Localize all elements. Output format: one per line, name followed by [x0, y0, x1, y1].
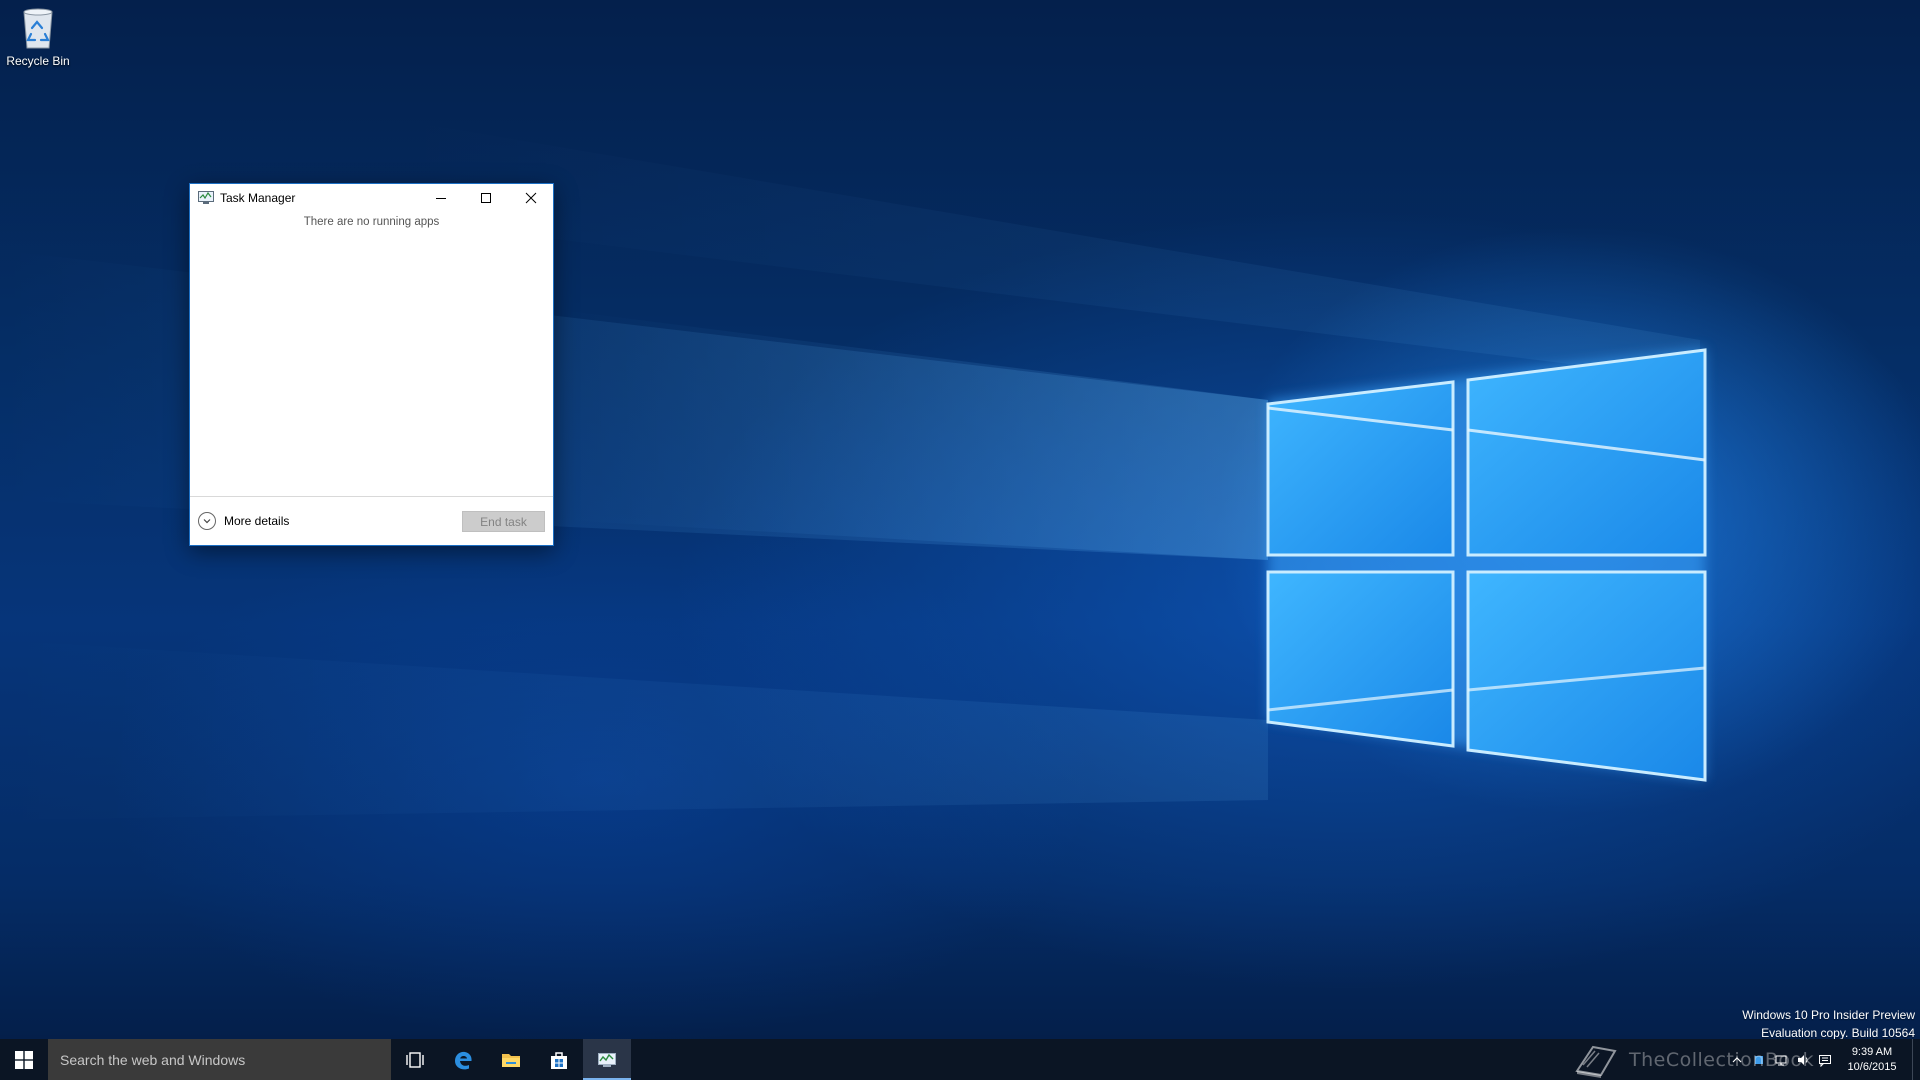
task-view-button[interactable] — [391, 1039, 439, 1080]
system-tray: TheCollectionBook 9:39 AM 10/6/2015 — [1575, 1039, 1920, 1080]
action-center-icon — [1819, 1054, 1831, 1067]
title-bar[interactable]: Task Manager — [190, 184, 553, 211]
watermark-edition: Windows 10 Pro Insider Preview — [1742, 1008, 1915, 1022]
recycle-bin-icon — [23, 8, 53, 49]
task-manager-icon — [198, 190, 214, 204]
end-task-button[interactable]: End task — [462, 511, 545, 532]
close-icon — [525, 192, 536, 203]
store-icon — [551, 1051, 567, 1069]
task-manager-icon — [598, 1052, 616, 1067]
window-title: Task Manager — [220, 190, 296, 205]
maximize-icon — [480, 192, 491, 203]
brand-text: TheCollectionBook — [1629, 1049, 1815, 1071]
minimize-button[interactable] — [418, 184, 463, 211]
task-view-icon — [406, 1051, 424, 1068]
chevron-down-icon — [198, 512, 216, 530]
maximize-button[interactable] — [463, 184, 508, 211]
more-details-label: More details — [224, 514, 290, 528]
task-manager-window: Task Manager There are no running apps M… — [189, 183, 554, 546]
start-button[interactable] — [0, 1039, 48, 1080]
book-icon — [1575, 1045, 1617, 1078]
action-center-button[interactable] — [1814, 1039, 1836, 1080]
show-desktop-button[interactable] — [1912, 1039, 1920, 1080]
watermark-build: Evaluation copy. Build 10564 — [1761, 1026, 1915, 1039]
clock-date: 10/6/2015 — [1847, 1060, 1897, 1073]
brand-overlay: TheCollectionBook — [1571, 1041, 1814, 1079]
more-details-button[interactable]: More details — [198, 512, 289, 530]
edge-button[interactable] — [439, 1039, 487, 1080]
file-explorer-button[interactable] — [487, 1039, 535, 1080]
app-list: There are no running apps — [190, 211, 553, 481]
taskbar: TheCollectionBook 9:39 AM 10/6/2015 — [0, 1039, 1920, 1080]
desktop: Recycle Bin Task Manager There are no ru… — [0, 0, 1920, 1039]
clock[interactable]: 9:39 AM 10/6/2015 — [1836, 1045, 1908, 1075]
windows-logo-icon — [15, 1050, 33, 1069]
clock-time: 9:39 AM — [1851, 1045, 1893, 1058]
store-button[interactable] — [535, 1039, 583, 1080]
file-explorer-icon — [502, 1053, 520, 1067]
task-manager-taskbar-button[interactable] — [583, 1039, 631, 1080]
desktop-icon-label: Recycle Bin — [6, 54, 70, 68]
window-footer: More details End task — [190, 496, 553, 545]
close-button[interactable] — [508, 184, 553, 211]
edge-icon — [455, 1051, 472, 1069]
minimize-icon — [435, 197, 446, 199]
empty-message: There are no running apps — [303, 216, 440, 228]
search-input[interactable] — [48, 1039, 391, 1080]
evaluation-watermark: Windows 10 Pro Insider Preview Evaluatio… — [1742, 1006, 1915, 1039]
desktop-icon-recycle-bin[interactable]: Recycle Bin — [4, 6, 72, 78]
